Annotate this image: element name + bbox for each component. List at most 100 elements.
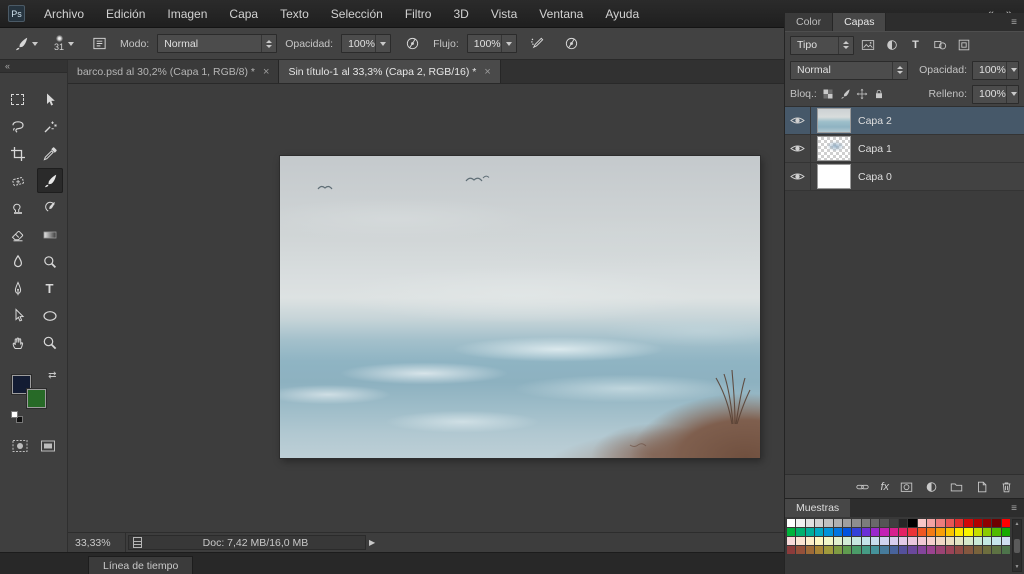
tablet-pressure-opacity-button[interactable]: [399, 32, 425, 56]
hand-tool[interactable]: [5, 330, 31, 355]
document-tab-barco[interactable]: barco.psd al 30,2% (Capa 1, RGB/8) * ×: [68, 60, 280, 83]
document-canvas[interactable]: [280, 156, 760, 458]
color-swatch[interactable]: [852, 528, 861, 536]
adjustment-layer-button[interactable]: [924, 480, 939, 494]
color-swatch[interactable]: [908, 546, 917, 554]
layer-blend-mode-select[interactable]: Normal: [790, 60, 908, 80]
swap-colors-icon[interactable]: ⇄: [48, 370, 56, 381]
color-swatch[interactable]: [805, 537, 814, 545]
scroll-down-icon[interactable]: ▼: [1015, 564, 1020, 570]
color-swatch[interactable]: [833, 519, 842, 527]
menu-ayuda[interactable]: Ayuda: [594, 0, 650, 28]
color-swatch[interactable]: [917, 546, 926, 554]
color-swatch[interactable]: [936, 537, 945, 545]
color-swatch[interactable]: [908, 537, 917, 545]
color-swatch[interactable]: [917, 519, 926, 527]
color-swatch[interactable]: [842, 528, 852, 536]
rectangular-marquee-tool[interactable]: [5, 87, 31, 112]
color-swatch[interactable]: [945, 537, 954, 545]
layer-filter-kind-select[interactable]: Tipo: [790, 35, 854, 55]
color-swatch[interactable]: [936, 528, 945, 536]
color-swatch[interactable]: [787, 519, 796, 527]
tab-capas[interactable]: Capas: [833, 13, 887, 31]
color-swatch[interactable]: [898, 519, 908, 527]
gradient-tool[interactable]: [37, 222, 63, 247]
status-menu-arrow-icon[interactable]: ▶: [369, 538, 375, 547]
menu-texto[interactable]: Texto: [269, 0, 320, 28]
layer-thumbnail[interactable]: [817, 136, 851, 161]
color-swatch[interactable]: [824, 546, 833, 554]
color-swatch[interactable]: [898, 528, 908, 536]
color-swatch[interactable]: [870, 528, 880, 536]
color-swatch[interactable]: [1001, 519, 1010, 527]
menu-vista[interactable]: Vista: [480, 0, 528, 28]
close-tab-icon[interactable]: ×: [263, 66, 269, 78]
color-swatch[interactable]: [926, 537, 936, 545]
airbrush-button[interactable]: [525, 32, 551, 56]
color-swatch[interactable]: [945, 528, 954, 536]
color-swatch[interactable]: [842, 519, 852, 527]
color-swatch[interactable]: [805, 519, 814, 527]
color-swatch[interactable]: [954, 519, 964, 527]
color-swatch[interactable]: [814, 519, 824, 527]
doc-info-field[interactable]: Doc: 7,42 MB/16,0 MB: [128, 535, 366, 550]
color-swatch[interactable]: [861, 546, 870, 554]
blend-mode-select[interactable]: Normal: [157, 34, 278, 53]
color-swatch[interactable]: [964, 519, 973, 527]
color-swatch[interactable]: [787, 537, 796, 545]
color-swatch[interactable]: [926, 546, 936, 554]
delete-layer-button[interactable]: [999, 480, 1014, 494]
path-selection-tool[interactable]: [5, 303, 31, 328]
tool-preset-picker[interactable]: [9, 31, 42, 57]
color-swatch[interactable]: [861, 519, 870, 527]
color-swatch[interactable]: [842, 546, 852, 554]
color-swatch[interactable]: [824, 537, 833, 545]
color-swatch[interactable]: [796, 519, 805, 527]
lock-pixels-button[interactable]: [839, 88, 851, 100]
color-swatch[interactable]: [954, 546, 964, 554]
layer-name[interactable]: Capa 1: [858, 143, 892, 155]
color-swatch[interactable]: [954, 528, 964, 536]
menu-archivo[interactable]: Archivo: [33, 0, 95, 28]
menu-ventana[interactable]: Ventana: [528, 0, 594, 28]
type-tool[interactable]: T: [37, 276, 63, 301]
color-swatch[interactable]: [880, 546, 889, 554]
color-swatch[interactable]: [1001, 546, 1010, 554]
color-swatch[interactable]: [964, 546, 973, 554]
eraser-tool[interactable]: [5, 222, 31, 247]
color-swatch[interactable]: [908, 528, 917, 536]
pen-tool[interactable]: [5, 276, 31, 301]
lasso-tool[interactable]: [5, 114, 31, 139]
new-group-button[interactable]: [949, 480, 964, 494]
history-brush-tool[interactable]: [37, 195, 63, 220]
spot-healing-tool[interactable]: [5, 168, 31, 193]
lock-transparency-button[interactable]: [822, 88, 834, 100]
color-swatch[interactable]: [898, 537, 908, 545]
filter-pixel-layers-button[interactable]: [857, 36, 878, 54]
zoom-tool[interactable]: [37, 330, 63, 355]
brush-tool[interactable]: [36, 168, 63, 193]
timeline-panel-tab[interactable]: Línea de tiempo: [88, 556, 194, 574]
opacity-input[interactable]: 100%: [341, 34, 392, 53]
color-swatch[interactable]: [964, 528, 973, 536]
color-swatch[interactable]: [824, 519, 833, 527]
lock-all-button[interactable]: [873, 88, 885, 100]
color-swatch[interactable]: [992, 537, 1001, 545]
scrollbar-thumb[interactable]: [1014, 538, 1020, 553]
color-swatch[interactable]: [805, 528, 814, 536]
close-tab-icon[interactable]: ×: [484, 66, 490, 78]
move-tool[interactable]: [37, 87, 63, 112]
layer-visibility-toggle[interactable]: [785, 163, 811, 190]
layer-row-capa-0[interactable]: Capa 0: [785, 163, 1024, 191]
color-swatch[interactable]: [852, 519, 861, 527]
color-swatch[interactable]: [917, 537, 926, 545]
tab-color[interactable]: Color: [785, 13, 834, 31]
color-swatch[interactable]: [870, 546, 880, 554]
color-swatch[interactable]: [992, 528, 1001, 536]
add-layer-mask-button[interactable]: [899, 480, 914, 494]
color-swatch[interactable]: [796, 528, 805, 536]
color-swatch[interactable]: [824, 528, 833, 536]
color-swatch[interactable]: [973, 519, 982, 527]
color-swatch[interactable]: [898, 546, 908, 554]
clone-stamp-tool[interactable]: [5, 195, 31, 220]
